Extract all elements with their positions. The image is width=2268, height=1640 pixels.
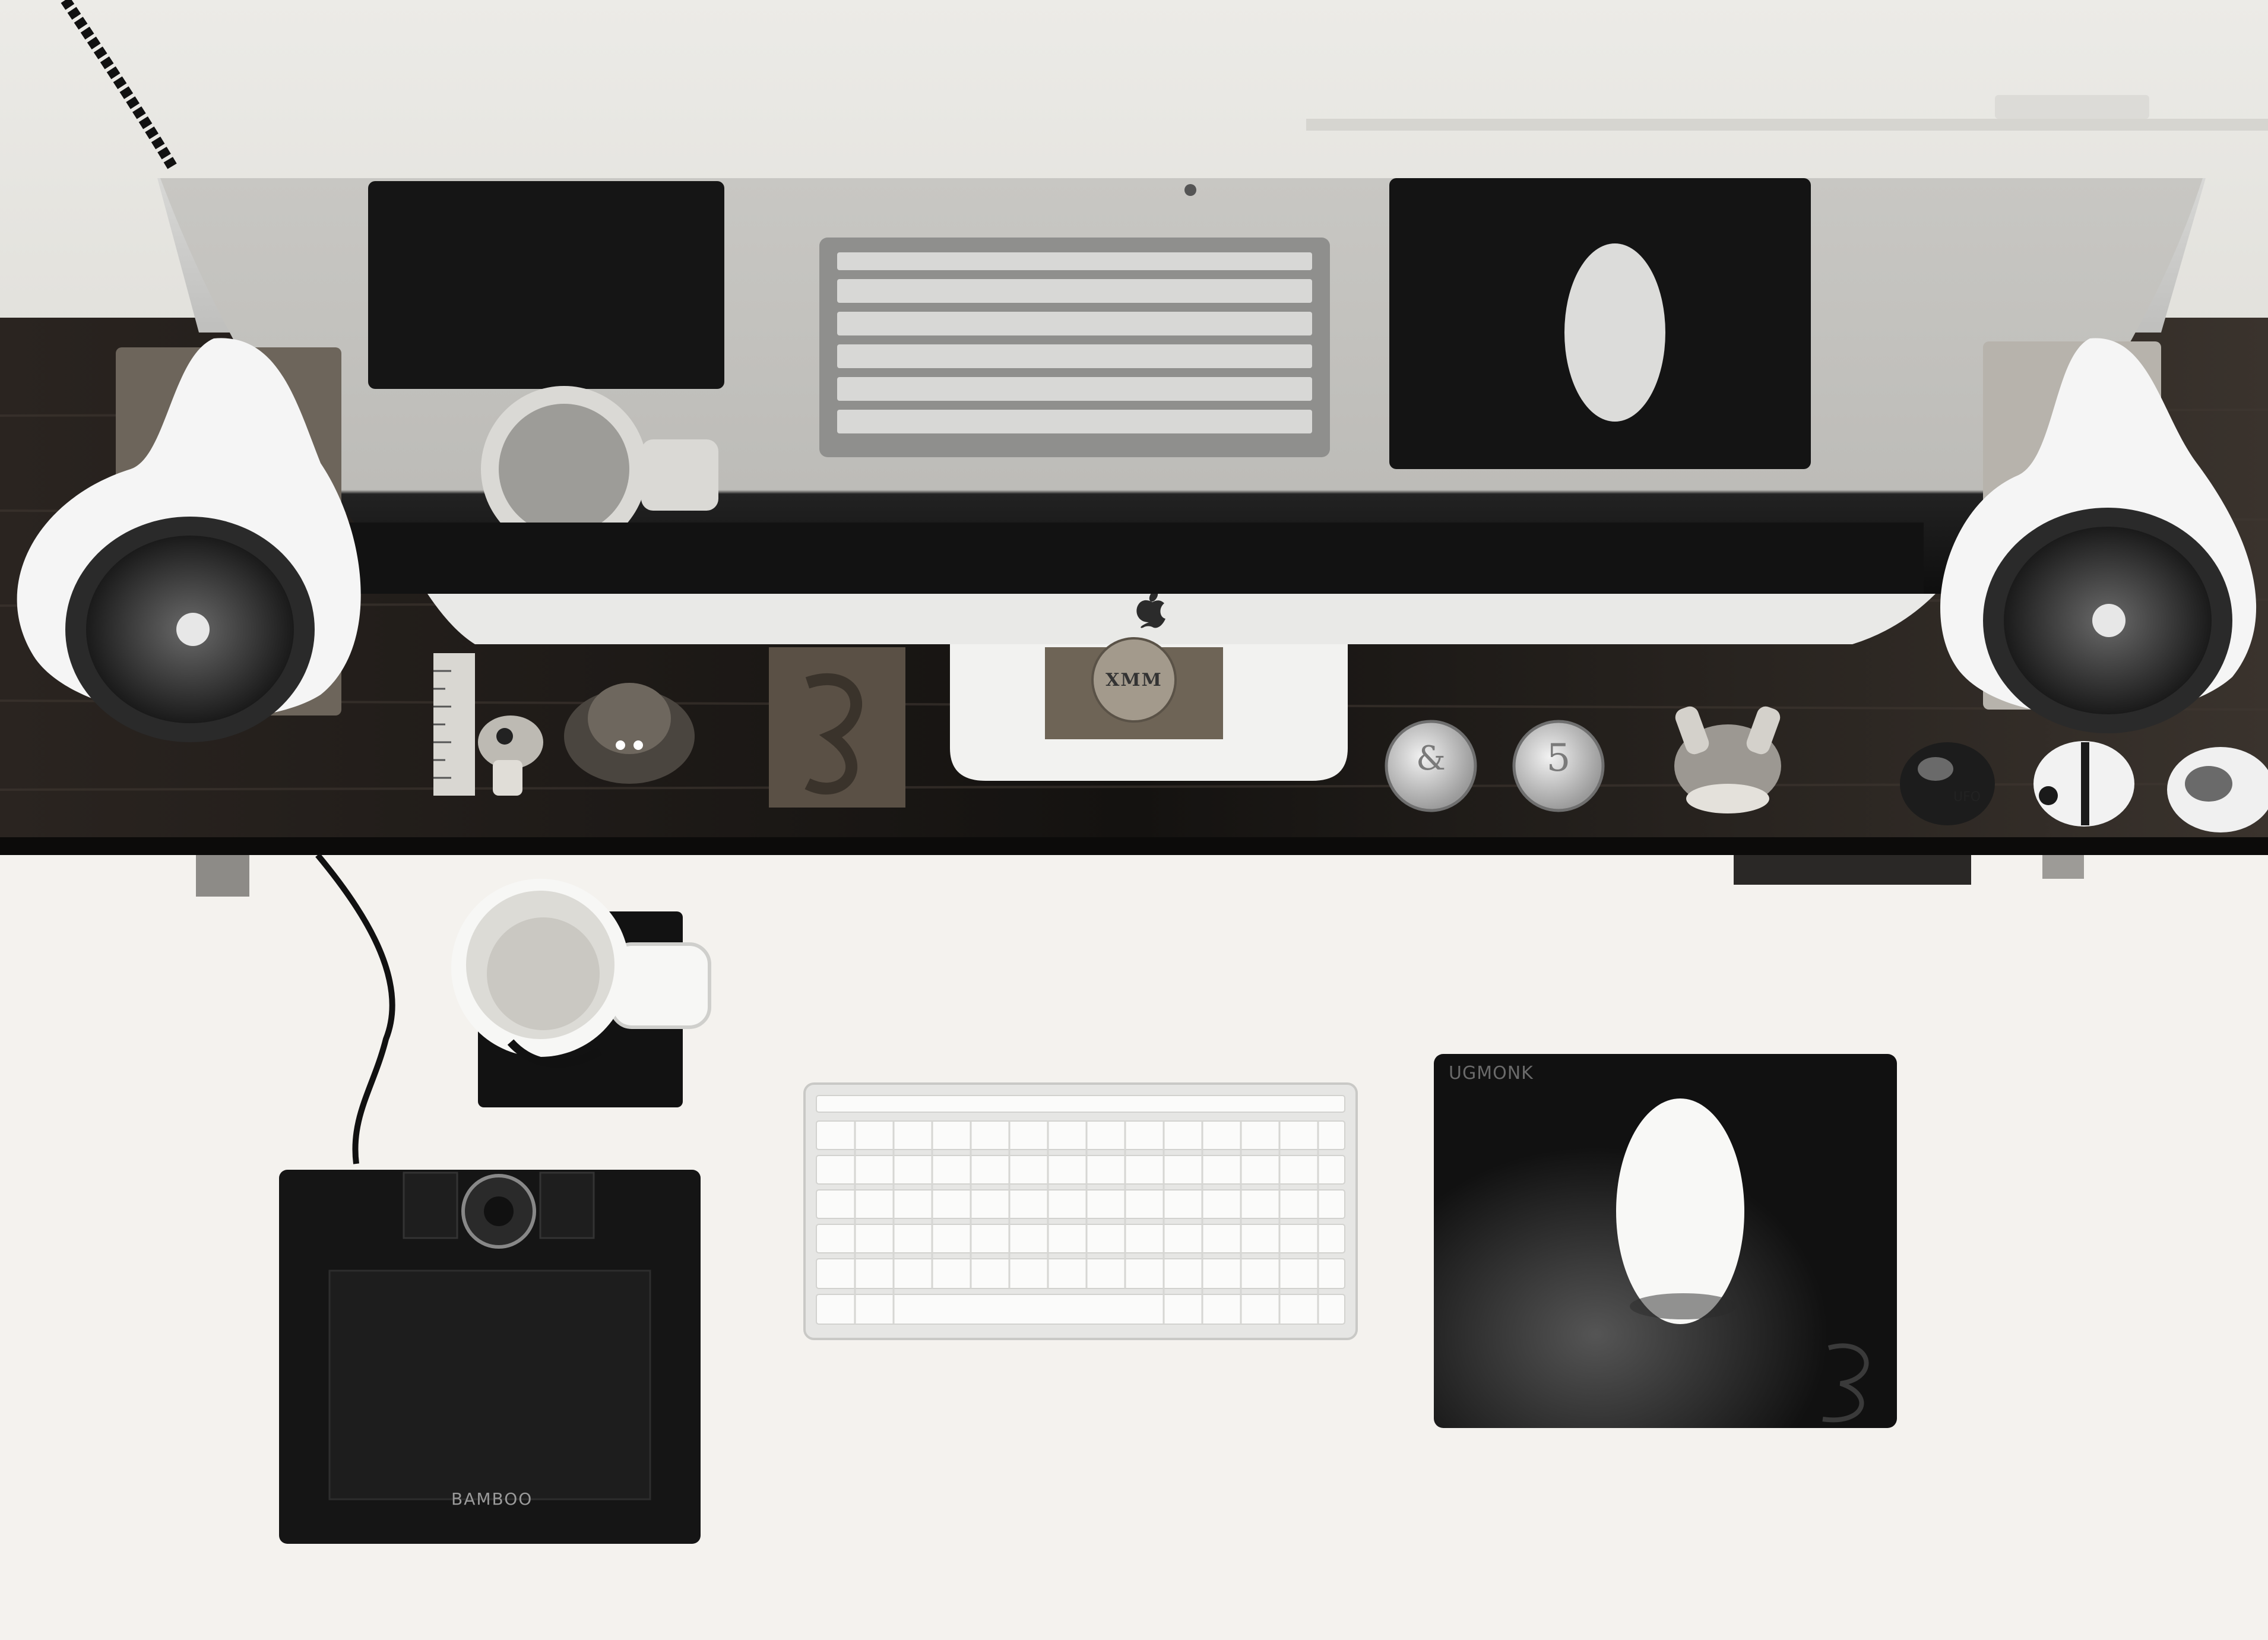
shelf-foot: [2042, 855, 2084, 879]
drawing-tablet-icon: [279, 1170, 701, 1544]
shelf-bracket-left: [196, 855, 249, 897]
reflection-shelf: [344, 523, 1924, 594]
desk-scene: BAMBOO UGMONK & 5 UFO XMM: [0, 0, 2268, 1640]
tablet-button-right: [539, 1172, 595, 1239]
coin-five: [1512, 720, 1605, 812]
wall-ledge: [1306, 119, 2268, 131]
shelf-bracket-right: [1734, 855, 1971, 885]
reflection-mouse: [1564, 243, 1665, 422]
coin-ampersand: [1385, 720, 1477, 812]
mouse-shadow: [1630, 1293, 1737, 1319]
helmet-two: [2033, 741, 2134, 827]
reflection-tablet: [368, 181, 724, 389]
plaque-seal: [1091, 637, 1177, 723]
imac-chin: [427, 594, 1936, 644]
helmet-one: [1900, 742, 1995, 825]
mug-coffee-residue: [487, 917, 600, 1030]
mouse-body: [1616, 1098, 1744, 1324]
speaker-right-dome: [2092, 604, 2126, 637]
wall-shelf-light: [1995, 95, 2149, 119]
tablet-active-area: [328, 1269, 651, 1500]
imac-camera: [1184, 184, 1196, 196]
tablet-button-left: [403, 1172, 458, 1239]
keyboard-icon: [803, 1082, 1358, 1340]
desk-photo: [0, 0, 2268, 1640]
speaker-left-dome: [176, 613, 210, 646]
shelf-front-edge: [0, 837, 2268, 855]
imac-monitor: [157, 178, 2206, 644]
tablet-touch-center: [484, 1196, 514, 1226]
mouse-icon: [1616, 1098, 1744, 1324]
